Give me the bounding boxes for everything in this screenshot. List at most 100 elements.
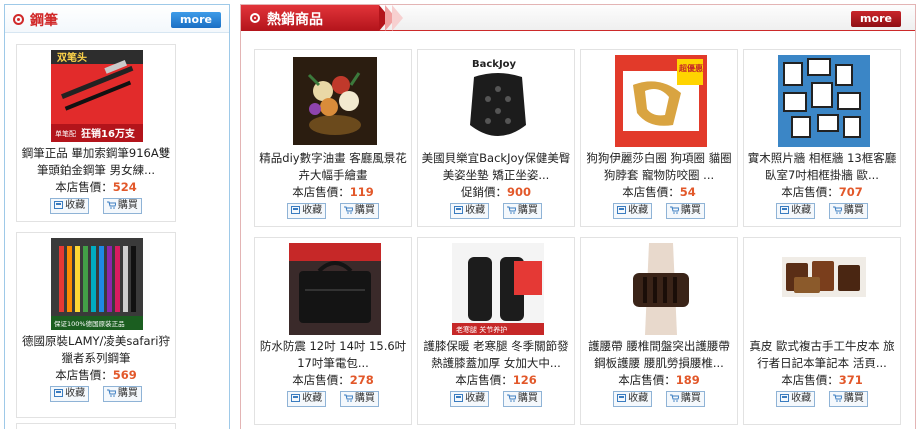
buy-button[interactable]: 購買 [828,203,868,219]
favorite-button[interactable]: 收藏 [287,391,327,407]
favorite-icon [780,394,790,402]
svg-text:单笔配: 单笔配 [55,129,76,138]
product-name[interactable]: 防水防震 12吋 14吋 15.6吋 17吋筆電包... [257,338,409,372]
product-card: 防水防震 12吋 14吋 15.6吋 17吋筆電包... 本店售價：278 收藏… [254,237,412,425]
product-thumbnail[interactable] [289,243,381,335]
product-name[interactable]: 護膝保暖 老寒腿 冬季關節發熱護膝蓋加厚 女加大中... [420,338,572,372]
product-card: 真皮 歐式複古手工牛皮本 旅行者日記本筆記本 活頁... 本店售價：371 收藏… [743,237,901,425]
favorite-icon [54,389,64,397]
buy-button[interactable]: 購買 [665,203,705,219]
product-card-partial [16,423,176,429]
product-name[interactable]: 精品diy數字油畫 客廳風景花卉大幅手繪畫 [257,150,409,184]
favorite-button[interactable]: 收藏 [613,391,653,407]
cart-icon [669,394,679,402]
product-name[interactable]: 德國原裝LAMY/凌美safari狩獵者系列鋼筆 [19,333,173,367]
product-thumbnail[interactable] [289,55,381,147]
hot-panel-header: 熱銷商品 more [241,5,915,31]
buy-button[interactable]: 購買 [339,203,379,219]
product-name[interactable]: 鋼筆正品 畢加索鋼筆916A雙筆頭鉑金鋼筆 男女練... [19,145,173,179]
product-thumbnail[interactable]: 双笔头 单笔配 狂销16万支 [51,50,143,142]
cart-icon [669,206,679,214]
favorite-button[interactable]: 收藏 [450,391,490,407]
pen-category-panel: 鋼筆 more 双笔头 单笔配 狂销16万支 鋼筆正品 畢加索鋼筆916A雙筆頭… [4,4,230,429]
product-name[interactable]: 真皮 歐式複古手工牛皮本 旅行者日記本筆記本 活頁... [746,338,898,372]
favorite-icon [780,206,790,214]
pen-more-button[interactable]: more [171,12,221,28]
product-name[interactable]: 實木照片牆 相框牆 13框客廳臥室7吋相框掛牆 歐... [746,150,898,184]
cart-icon [106,201,116,209]
svg-text:保证100%德国原装正品: 保证100%德国原装正品 [54,319,125,328]
favorite-icon [454,394,464,402]
product-card: BackJoy 美國貝樂宜BackJoy保健美臀美姿坐墊 矯正坐姿... 促銷價… [417,49,575,227]
radio-bullet-icon [250,13,260,23]
product-thumbnail[interactable]: 保证100%德国原装正品 [51,238,143,330]
product-price: 本店售價：126 [455,373,537,387]
favorite-button[interactable]: 收藏 [287,203,327,219]
favorite-icon [54,201,64,209]
svg-text:狂销16万支: 狂销16万支 [81,127,136,140]
pen-panel-title: 鋼筆 [30,13,58,29]
product-card: 護腰帶 腰椎間盤突出護腰帶 鋼板護腰 腰肌勞損腰椎... 本店售價：189 收藏… [580,237,738,425]
hot-products-tab[interactable]: 熱銷商品 [241,5,379,31]
buy-button[interactable]: 購買 [502,391,542,407]
product-name[interactable]: 美國貝樂宜BackJoy保健美臀美姿坐墊 矯正坐姿... [420,150,572,184]
product-name[interactable]: 護腰帶 腰椎間盤突出護腰帶 鋼板護腰 腰肌勞損腰椎... [583,338,735,372]
radio-bullet-icon [13,14,24,25]
cart-icon [343,394,353,402]
thumb-text: 双笔头 [57,51,87,64]
favorite-button[interactable]: 收藏 [776,391,816,407]
hot-more-button[interactable]: more [851,11,901,27]
buy-button[interactable]: 購買 [102,198,142,214]
svg-text:超優惠: 超優惠 [678,63,703,73]
product-card: 双笔头 单笔配 狂销16万支 鋼筆正品 畢加索鋼筆916A雙筆頭鉑金鋼筆 男女練… [16,44,176,222]
product-price: 本店售價：371 [781,373,863,387]
product-price: 本店售價：569 [55,368,137,382]
product-price: 本店售價：189 [618,373,700,387]
tab-arrow-decoration [392,5,403,31]
cart-icon [106,389,116,397]
favorite-icon [617,206,627,214]
product-thumbnail[interactable]: BackJoy [452,55,544,147]
product-thumbnail[interactable] [778,55,870,147]
product-card: 精品diy數字油畫 客廳風景花卉大幅手繪畫 本店售價：119 收藏 購買 [254,49,412,227]
hot-panel-title: 熱銷商品 [267,12,323,28]
product-price: 本店售價：54 [622,185,696,199]
cart-icon [506,206,516,214]
buy-button[interactable]: 購買 [339,391,379,407]
buy-button[interactable]: 購買 [665,391,705,407]
favorite-icon [291,394,301,402]
product-card: 實木照片牆 相框牆 13框客廳臥室7吋相框掛牆 歐... 本店售價：707 收藏… [743,49,901,227]
cart-icon [343,206,353,214]
favorite-icon [454,206,464,214]
favorite-button[interactable]: 收藏 [50,198,90,214]
buy-button[interactable]: 購買 [502,203,542,219]
product-price: 本店售價：524 [55,180,137,194]
hot-products-panel: 熱銷商品 more 精品diy數字油畫 客廳風景花卉大幅手繪畫 本店售價：119… [240,4,916,429]
product-thumbnail[interactable] [615,243,707,335]
cart-icon [506,394,516,402]
svg-text:老寒腿 关节养护: 老寒腿 关节养护 [456,325,507,334]
product-price: 本店售價：119 [292,185,374,199]
product-thumbnail[interactable]: 超優惠 [615,55,707,147]
buy-button[interactable]: 購買 [828,391,868,407]
favorite-icon [291,206,301,214]
favorite-button[interactable]: 收藏 [50,386,90,402]
product-card: 保证100%德国原装正品 德國原裝LAMY/凌美safari狩獵者系列鋼筆 本店… [16,232,176,418]
svg-text:BackJoy: BackJoy [472,59,517,70]
product-card: 超優惠 狗狗伊麗莎白圈 狗項圈 貓圈 狗脖套 寵物防咬圈 ... 本店售價：54… [580,49,738,227]
buy-button[interactable]: 購買 [102,386,142,402]
product-price: 本店售價：278 [292,373,374,387]
favorite-icon [617,394,627,402]
product-price: 本店售價：707 [781,185,863,199]
favorite-button[interactable]: 收藏 [776,203,816,219]
cart-icon [832,206,842,214]
product-name[interactable]: 狗狗伊麗莎白圈 狗項圈 貓圈 狗脖套 寵物防咬圈 ... [583,150,735,184]
favorite-button[interactable]: 收藏 [613,203,653,219]
product-thumbnail[interactable]: 老寒腿 关节养护 [452,243,544,335]
product-card: 老寒腿 关节养护 護膝保暖 老寒腿 冬季關節發熱護膝蓋加厚 女加大中... 本店… [417,237,575,425]
cart-icon [832,394,842,402]
product-price: 促銷價：900 [460,185,531,199]
pen-panel-header: 鋼筆 more [5,5,229,33]
product-thumbnail[interactable] [778,243,870,335]
favorite-button[interactable]: 收藏 [450,203,490,219]
